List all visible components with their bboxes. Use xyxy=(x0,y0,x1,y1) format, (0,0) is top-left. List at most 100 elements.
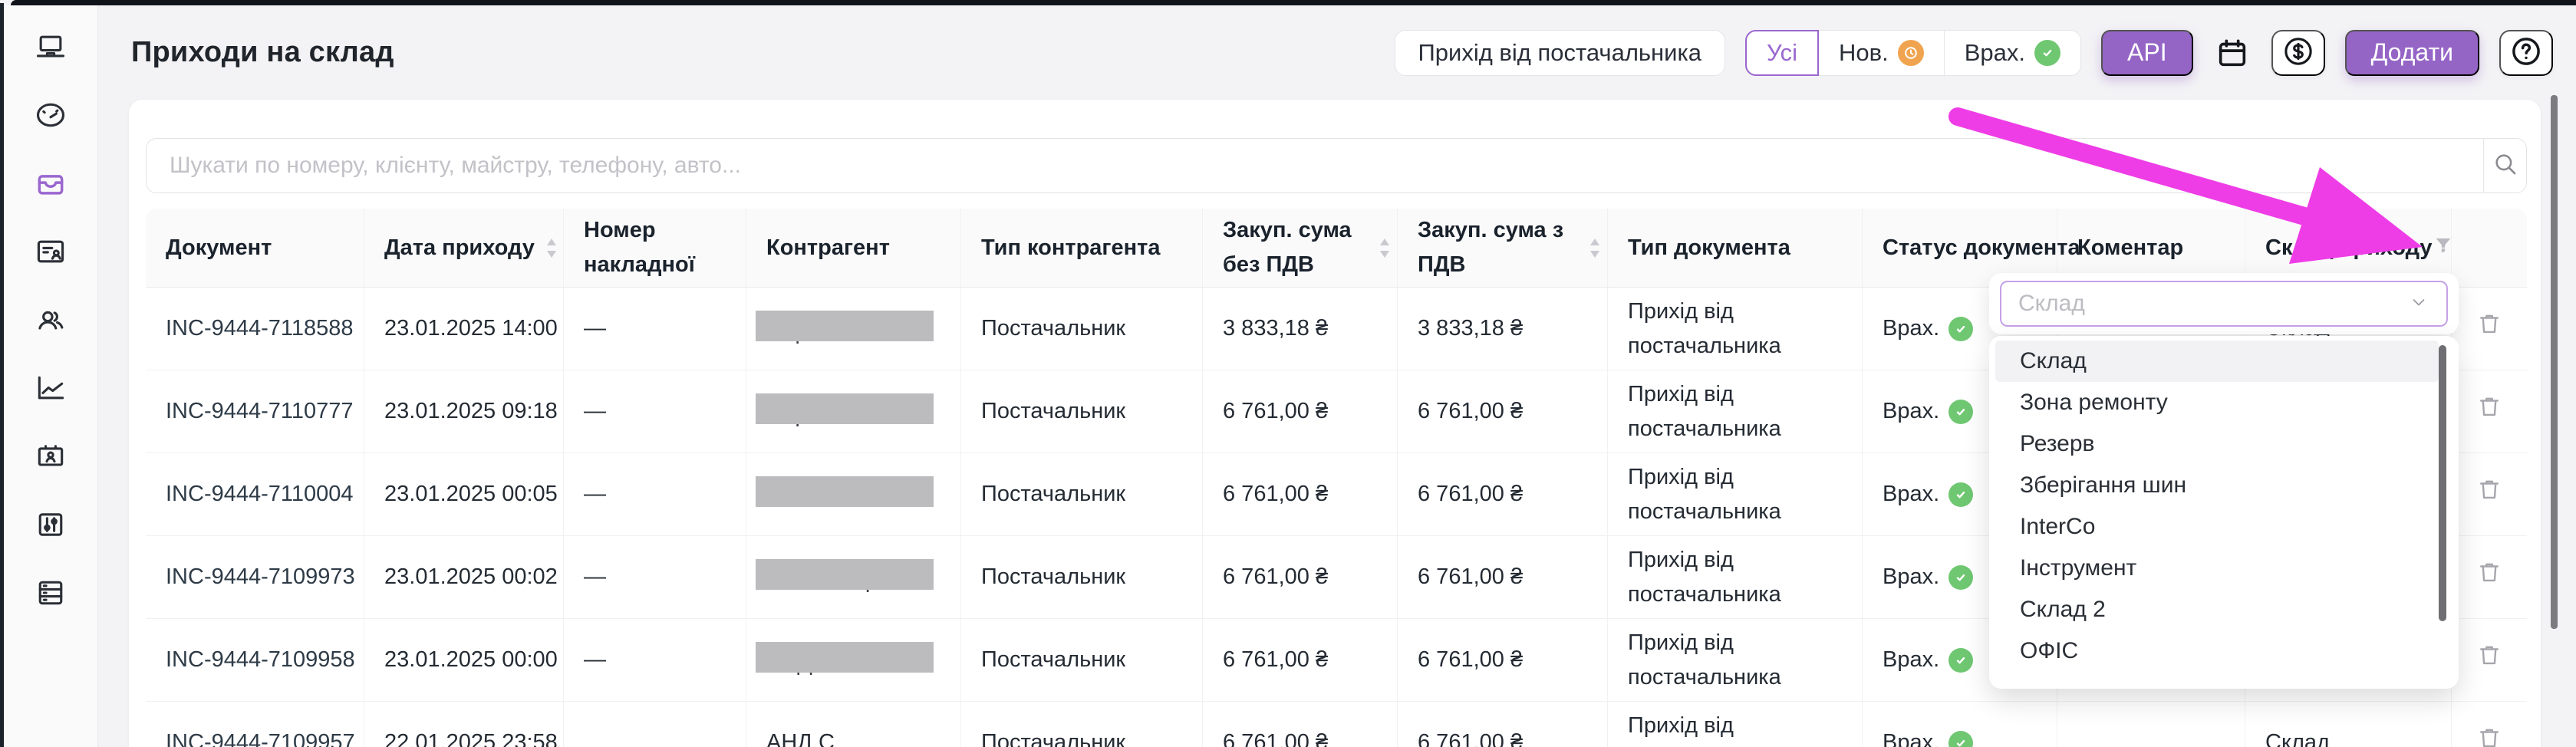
cell-sum-no-vat: 3 833,18 ₴ xyxy=(1203,288,1398,370)
filter-icon[interactable] xyxy=(2433,234,2454,262)
column-header-invoice: Номер накладної xyxy=(564,209,746,287)
check-icon xyxy=(1948,399,1974,424)
dropdown-option[interactable]: Зберігання шин xyxy=(1995,465,2439,506)
redaction-bar xyxy=(756,641,934,673)
status-label: Врах. xyxy=(1883,564,1940,590)
sidebar-item-dashboard[interactable] xyxy=(32,98,69,135)
redaction-bar xyxy=(756,476,934,507)
cell-contragent: СЦА xyxy=(746,370,961,452)
check-icon xyxy=(1948,482,1974,507)
cell-contragent: АНД С xyxy=(746,619,961,701)
status-label: Врах. xyxy=(1883,316,1940,341)
dropdown-option[interactable]: Резерв xyxy=(1995,423,2439,465)
warehouse-filter-popover: Склад xyxy=(1989,273,2459,334)
segment-label: Усі xyxy=(1766,38,1797,66)
cell-invoice xyxy=(564,702,746,747)
id-card-icon xyxy=(34,235,68,272)
doc-type-filter-button[interactable]: Прихід від постачальника xyxy=(1394,29,1725,76)
sort-icon[interactable] xyxy=(1589,238,1601,258)
cell-doc: INC-9444-7118588 xyxy=(146,288,364,370)
cell-sum-vat: 6 761,00 ₴ xyxy=(1398,370,1608,452)
cell-date: 23.01.2025 14:00 xyxy=(364,288,564,370)
cell-actions xyxy=(2452,288,2527,370)
delete-row-button[interactable] xyxy=(2452,393,2527,431)
cell-contragent-type: Постачальник xyxy=(961,702,1203,747)
column-header-doc_type: Тип документа xyxy=(1608,209,1863,287)
warehouse-options-list: Склад Зона ремонту Резерв Зберігання шин Int… xyxy=(1989,336,2459,689)
cell-sum-vat: 3 833,18 ₴ xyxy=(1398,288,1608,370)
chevron-down-icon xyxy=(2408,291,2429,317)
segment-2[interactable]: Врах. xyxy=(1945,31,2080,75)
cell-sum-no-vat: 6 761,00 ₴ xyxy=(1203,619,1398,701)
warehouse-select[interactable]: Склад xyxy=(2000,281,2448,327)
page-scrollbar[interactable] xyxy=(2551,95,2558,629)
column-label: Тип документа xyxy=(1628,235,1790,260)
cell-warehouse: Склад xyxy=(2245,702,2452,747)
sidebar-item-terminal[interactable] xyxy=(32,30,69,67)
delete-row-button[interactable] xyxy=(2452,558,2527,597)
column-label: Контрагент xyxy=(766,235,890,260)
check-icon xyxy=(1948,316,1974,341)
status-label: Врах. xyxy=(1883,647,1940,673)
trash-icon xyxy=(2476,310,2503,348)
warehouse-select-placeholder: Склад xyxy=(2018,291,2085,316)
add-button[interactable]: Додати xyxy=(2344,29,2479,76)
cell-actions xyxy=(2452,536,2527,618)
server-icon xyxy=(34,576,68,614)
dropdown-scrollbar[interactable] xyxy=(2439,345,2446,621)
dropdown-option[interactable]: Інструмент xyxy=(1995,548,2439,589)
column-header-contragent_type: Тип контрагента xyxy=(961,209,1203,287)
cell-contragent-type: Постачальник xyxy=(961,536,1203,618)
cell-doc: INC-9444-7110777 xyxy=(146,370,364,452)
window-top-edge xyxy=(11,0,2576,5)
dropdown-option[interactable]: Зона ремонту xyxy=(1995,382,2439,423)
cell-doc-type: Прихід від постачальника xyxy=(1608,370,1863,452)
table-row[interactable]: INC-9444-7109957 22.01.2025 23:58 АНД С Пос… xyxy=(146,702,2527,747)
cell-contragent: СЦА xyxy=(746,288,961,370)
search-input[interactable] xyxy=(147,139,2483,193)
sliders-icon xyxy=(34,508,68,545)
sidebar-item-registry[interactable] xyxy=(32,576,69,613)
sidebar-items xyxy=(4,5,97,613)
help-button[interactable] xyxy=(2499,29,2553,76)
segment-0[interactable]: Усі xyxy=(1744,29,1819,76)
api-button[interactable]: API xyxy=(2101,29,2193,76)
dropdown-option[interactable]: Склад 2 xyxy=(1995,589,2439,630)
dropdown-option[interactable]: ОФІС xyxy=(1995,630,2439,672)
sidebar-item-staff[interactable] xyxy=(32,439,69,476)
delete-row-button[interactable] xyxy=(2452,476,2527,514)
page-header: Приходи на склад Прихід від постачальник… xyxy=(98,5,2576,100)
badge-icon xyxy=(34,439,68,477)
cell-doc-type: Прихід від постачальника xyxy=(1608,702,1863,747)
calendar-icon[interactable] xyxy=(2213,34,2252,72)
cell-contragent-type: Постачальник xyxy=(961,370,1203,452)
trash-icon xyxy=(2476,641,2503,680)
sidebar-item-analytics[interactable] xyxy=(32,371,69,408)
delete-row-button[interactable] xyxy=(2452,641,2527,680)
sidebar-item-client-card[interactable] xyxy=(32,235,69,271)
delete-row-button[interactable] xyxy=(2452,310,2527,348)
sort-icon[interactable] xyxy=(1379,238,1391,258)
search-button[interactable] xyxy=(2483,139,2526,193)
dropdown-option[interactable]: Склад xyxy=(1995,341,2439,382)
check-icon xyxy=(1948,564,1974,590)
column-header-sum_vat: Закуп. сума з ПДВ xyxy=(1398,209,1608,287)
cell-sum-vat: 6 761,00 ₴ xyxy=(1398,453,1608,535)
sidebar-item-settings[interactable] xyxy=(32,508,69,545)
sidebar-item-clients[interactable] xyxy=(32,303,69,340)
redaction-bar xyxy=(756,558,934,590)
segment-1[interactable]: Нов. xyxy=(1819,30,1945,75)
sort-icon[interactable] xyxy=(545,238,558,258)
currency-button[interactable] xyxy=(2271,29,2325,76)
cell-actions xyxy=(2452,619,2527,701)
trash-icon xyxy=(2476,476,2503,514)
column-label: Документ xyxy=(166,235,272,260)
delete-row-button[interactable] xyxy=(2452,724,2527,747)
dropdown-option[interactable]: InterCo xyxy=(1995,506,2439,548)
cell-sum-no-vat: 6 761,00 ₴ xyxy=(1203,370,1398,452)
dollar-icon xyxy=(2281,35,2315,71)
sidebar-item-warehouse-receipts[interactable] xyxy=(32,166,69,203)
cell-doc: INC-9444-7109973 xyxy=(146,536,364,618)
cell-actions xyxy=(2452,370,2527,452)
cell-sum-no-vat: 6 761,00 ₴ xyxy=(1203,702,1398,747)
